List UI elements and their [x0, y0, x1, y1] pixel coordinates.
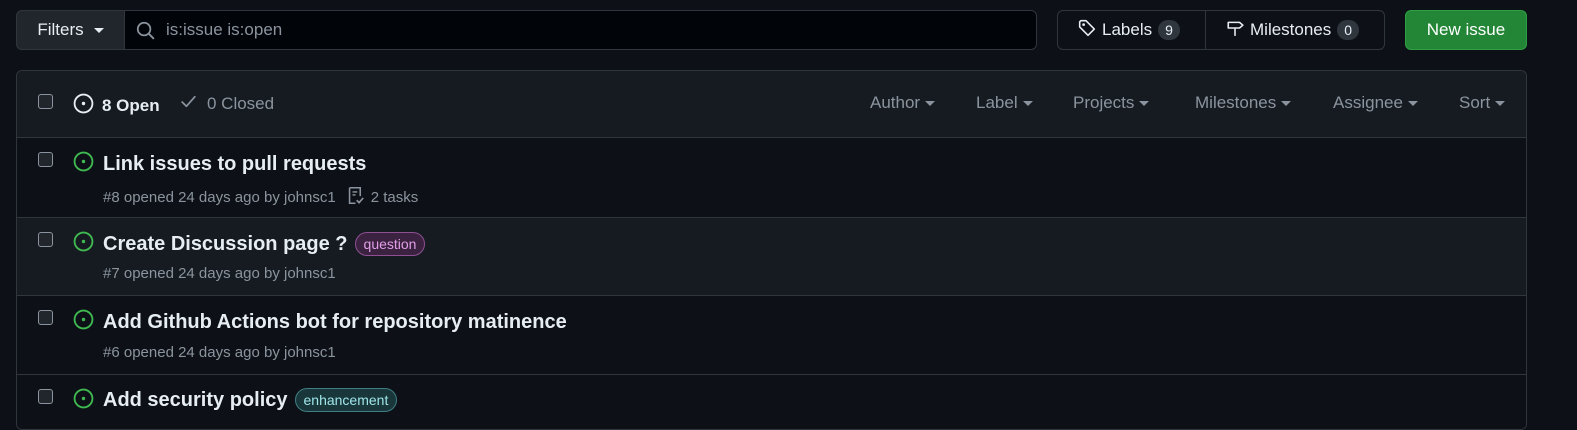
- checklist-icon: [346, 186, 365, 209]
- sort-filter-label: Sort: [1459, 93, 1491, 112]
- chevron-down-icon: [1022, 100, 1033, 106]
- issues-list-header: 8 Open 0 Closed Author Label Projects Mi…: [17, 71, 1526, 138]
- chevron-down-icon: [1495, 100, 1506, 106]
- label-enhancement[interactable]: enhancement: [294, 388, 398, 412]
- issue-title-link[interactable]: Add Github Actions bot for repository ma…: [103, 311, 567, 334]
- task-count: 2 tasks: [370, 189, 419, 206]
- search-input[interactable]: [166, 20, 1036, 40]
- issue-row[interactable]: Add security policy enhancement: [17, 375, 1526, 429]
- issue-opened-icon: [73, 309, 94, 335]
- issue-title-link[interactable]: Link issues to pull requests: [103, 153, 366, 176]
- issue-checkbox[interactable]: [38, 232, 53, 247]
- issue-row[interactable]: Create Discussion page ? question #7 ope…: [17, 218, 1526, 296]
- issue-row[interactable]: Link issues to pull requests #8 opened 2…: [17, 138, 1526, 218]
- labels-button[interactable]: Labels 9: [1058, 11, 1206, 49]
- chevron-down-icon: [925, 100, 936, 106]
- issue-row[interactable]: Add Github Actions bot for repository ma…: [17, 296, 1526, 375]
- milestones-filter[interactable]: Milestones: [1195, 93, 1292, 113]
- issue-checkbox[interactable]: [38, 152, 53, 167]
- issue-opened-icon: [73, 388, 94, 414]
- closed-issues-tab[interactable]: 0 Closed: [180, 93, 274, 115]
- label-filter-label: Label: [976, 93, 1018, 112]
- issue-title: Add security policy: [103, 388, 288, 411]
- issue-checkbox[interactable]: [38, 310, 53, 325]
- chevron-down-icon: [1281, 100, 1292, 106]
- chevron-down-icon: [93, 27, 104, 33]
- filters-label: Filters: [37, 20, 84, 39]
- milestones-button[interactable]: Milestones 0: [1206, 11, 1379, 49]
- issues-toolbar: Filters Labels 9 Milestones 0 New issue: [16, 10, 1527, 50]
- label-question[interactable]: question: [354, 232, 426, 256]
- sort-filter[interactable]: Sort: [1459, 93, 1506, 113]
- check-icon: [180, 93, 197, 115]
- chevron-down-icon: [1407, 100, 1418, 106]
- search-icon: [135, 20, 155, 40]
- issue-title-link[interactable]: Add security policy enhancement: [103, 388, 398, 412]
- projects-filter-label: Projects: [1073, 93, 1135, 112]
- select-all-checkbox[interactable]: [38, 94, 53, 109]
- issues-list: 8 Open 0 Closed Author Label Projects Mi…: [16, 70, 1527, 430]
- tag-icon: [1078, 19, 1096, 42]
- issue-meta-text: #6 opened 24 days ago by johnsc1: [103, 344, 336, 361]
- labels-milestones-group: Labels 9 Milestones 0: [1057, 10, 1385, 50]
- issue-title: Add Github Actions bot for repository ma…: [103, 311, 567, 333]
- open-count-label: 8 Open: [102, 96, 160, 115]
- milestones-count: 0: [1337, 20, 1360, 40]
- milestone-icon: [1226, 19, 1244, 42]
- open-issues-tab[interactable]: 8 Open: [73, 93, 160, 119]
- projects-filter[interactable]: Projects: [1073, 93, 1150, 113]
- search-box[interactable]: [124, 10, 1037, 50]
- author-filter[interactable]: Author: [870, 93, 936, 113]
- milestones-label: Milestones: [1250, 20, 1332, 39]
- labels-count: 9: [1158, 20, 1180, 40]
- filters-button[interactable]: Filters: [16, 10, 125, 50]
- issue-title: Create Discussion page ?: [103, 232, 348, 255]
- author-filter-label: Author: [870, 93, 921, 112]
- issue-meta-text: #7 opened 24 days ago by johnsc1: [103, 265, 336, 282]
- issue-meta: #7 opened 24 days ago by johnsc1: [103, 265, 336, 282]
- issue-opened-icon: [73, 151, 94, 177]
- milestones-filter-label: Milestones: [1195, 93, 1277, 112]
- new-issue-button[interactable]: New issue: [1405, 10, 1527, 50]
- issue-title-link[interactable]: Create Discussion page ? question: [103, 232, 426, 256]
- label-filter[interactable]: Label: [976, 93, 1033, 113]
- chevron-down-icon: [1139, 100, 1150, 106]
- closed-count-label: 0 Closed: [207, 94, 275, 113]
- issue-opened-icon: [73, 231, 94, 257]
- issue-opened-icon: [73, 93, 94, 119]
- task-progress[interactable]: 2 tasks: [346, 186, 419, 209]
- issue-meta: #6 opened 24 days ago by johnsc1: [103, 344, 336, 361]
- assignee-filter-label: Assignee: [1333, 93, 1403, 112]
- labels-label: Labels: [1102, 20, 1153, 39]
- assignee-filter[interactable]: Assignee: [1333, 93, 1418, 113]
- issue-checkbox[interactable]: [38, 389, 53, 404]
- issue-meta: #8 opened 24 days ago by johnsc1 2 tasks: [103, 186, 418, 209]
- issue-title: Link issues to pull requests: [103, 153, 367, 175]
- issue-meta-text: #8 opened 24 days ago by johnsc1: [103, 189, 336, 206]
